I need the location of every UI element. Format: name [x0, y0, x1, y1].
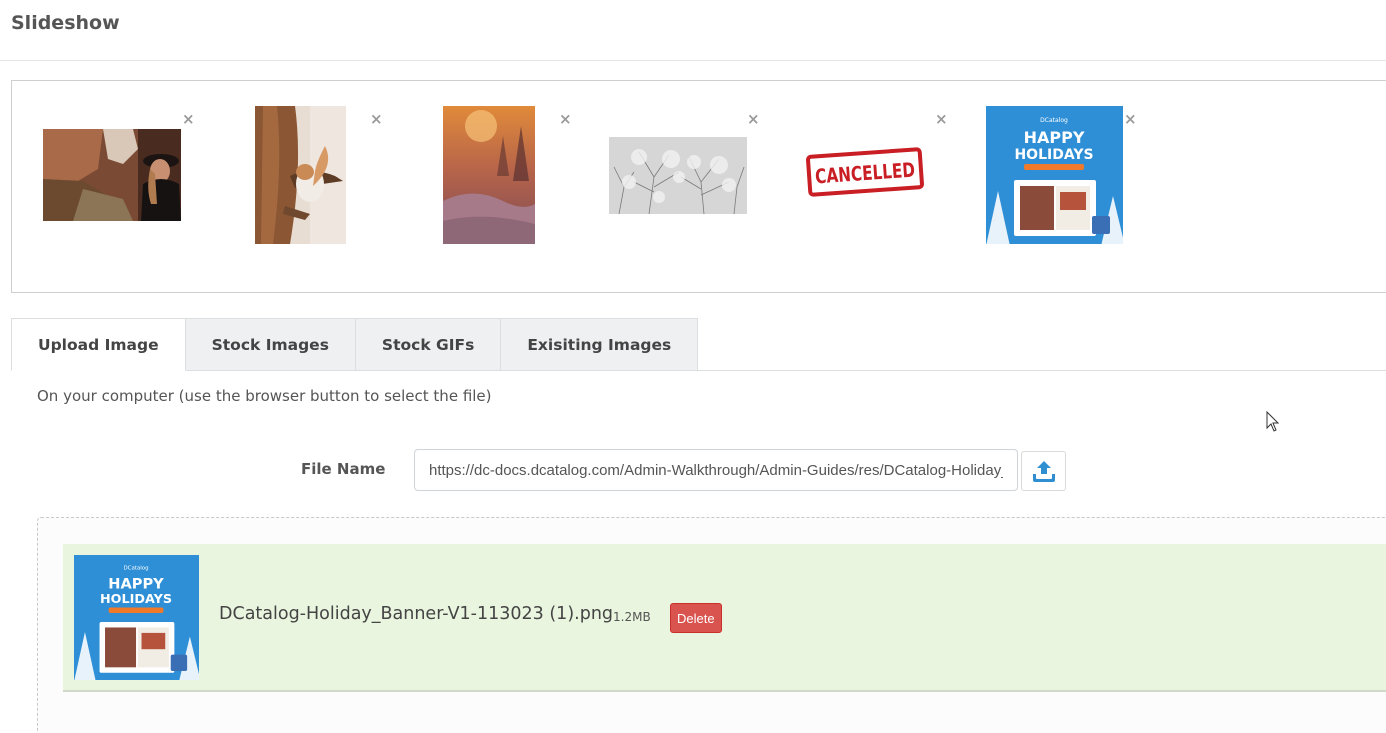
title-divider [0, 60, 1386, 61]
tab-stock-images[interactable]: Stock Images [185, 318, 356, 371]
remove-thumb-6-icon[interactable]: × [1124, 112, 1137, 127]
image-source-tabs: Upload Image Stock Images Stock GIFs Exi… [11, 318, 699, 371]
upload-icon [1032, 461, 1055, 482]
uploaded-file-name: DCatalog-Holiday_Banner-V1-113023 (1).pn… [219, 604, 614, 624]
tab-upload-image[interactable]: Upload Image [11, 318, 186, 371]
file-name-input[interactable] [414, 449, 1018, 491]
upload-hint: On your computer (use the browser button… [37, 387, 492, 405]
gallery-thumb-holiday-banner[interactable]: DCatalog HAPPY HOLIDAYS [986, 106, 1123, 244]
gallery-thumb-squirrel[interactable] [255, 106, 346, 244]
upload-button[interactable] [1021, 451, 1066, 491]
page-title: Slideshow [11, 12, 120, 34]
uploaded-file-thumbnail: DCatalog HAPPY HOLIDAYS [74, 555, 199, 680]
uploaded-file-size: 1.2MB [613, 610, 651, 624]
gallery-thumb-snowy-trees[interactable] [609, 137, 747, 214]
holiday-headline-line2: HOLIDAYS [1014, 147, 1093, 163]
file-name-label: File Name [301, 460, 386, 478]
gallery-thumb-winter-sunset[interactable] [443, 106, 535, 244]
mouse-cursor-icon [1266, 411, 1280, 432]
slideshow-gallery: × × × × CANCELLED × DCatalog HAPPY HOLID… [11, 80, 1386, 293]
tab-stock-gifs[interactable]: Stock GIFs [355, 318, 502, 371]
uploaded-thumb-brand-text: DCatalog [123, 566, 148, 572]
tab-existing-images[interactable]: Exisiting Images [501, 318, 699, 371]
holiday-headline-line1: HAPPY [1024, 128, 1085, 147]
remove-thumb-1-icon[interactable]: × [182, 112, 195, 127]
holiday-brand-text: DCatalog [1040, 117, 1068, 124]
tabs-divider [620, 370, 1386, 371]
remove-thumb-2-icon[interactable]: × [370, 112, 383, 127]
remove-thumb-5-icon[interactable]: × [935, 112, 948, 127]
remove-thumb-4-icon[interactable]: × [747, 112, 760, 127]
delete-file-button[interactable]: Delete [670, 603, 722, 633]
gallery-thumb-canyon[interactable] [43, 129, 181, 221]
uploaded-file-row: DCatalog HAPPY HOLIDAYS DCatalog-Holiday… [63, 544, 1386, 692]
gallery-thumb-cancelled-stamp[interactable]: CANCELLED [805, 145, 925, 199]
remove-thumb-3-icon[interactable]: × [559, 112, 572, 127]
uploaded-thumb-headline-line1: HAPPY [108, 577, 164, 593]
uploaded-thumb-headline-line2: HOLIDAYS [100, 591, 172, 606]
